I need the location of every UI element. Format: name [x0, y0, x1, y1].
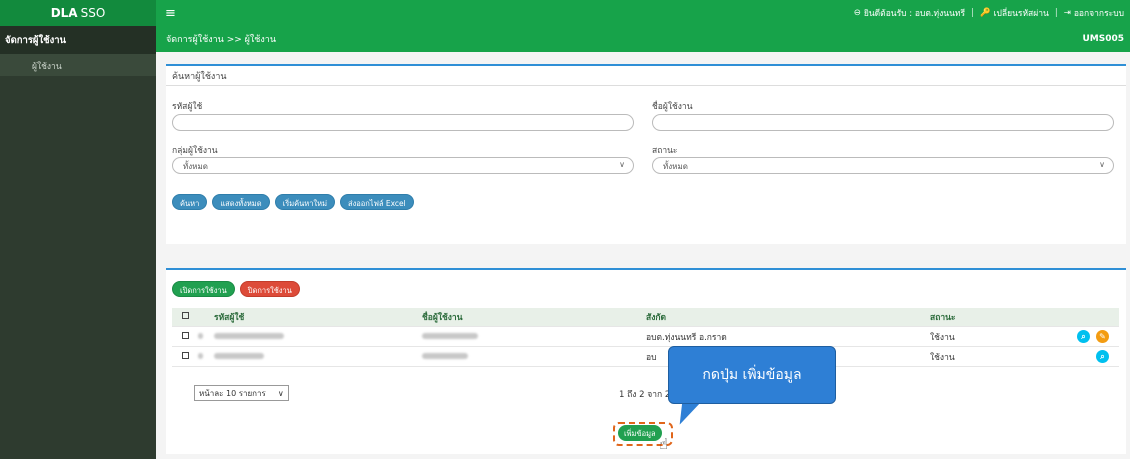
show-all-button[interactable]: แสดงทั้งหมด [212, 194, 270, 210]
row-department: อบต.ทุ่งนนทรี อ.กราด [646, 332, 727, 343]
page-info: 1 ถึง 2 จาก 2 [619, 390, 671, 400]
search-panel: ค้นหาผู้ใช้งาน รหัสผู้ใช้ ชื่อผู้ใช้งาน … [166, 64, 1126, 244]
user-group-label: กลุ่มผู้ใช้งาน [172, 146, 218, 156]
change-password-link[interactable]: เปลี่ยนรหัสผ่าน [994, 6, 1049, 20]
key-icon: 🔑 [979, 8, 991, 18]
add-data-button[interactable]: เพิ่มข้อมูล [618, 425, 662, 441]
enable-user-button[interactable]: เปิดการใช้งาน [172, 281, 235, 297]
search-button[interactable]: ค้นหา [172, 194, 208, 210]
reset-search-button[interactable]: เริ่มค้นหาใหม่ [274, 194, 336, 210]
hand-cursor-icon: ☝ [659, 435, 669, 453]
chevron-down-icon: ∨ [277, 388, 284, 398]
column-user-id[interactable]: รหัสผู้ใช้ [214, 310, 422, 324]
instruction-callout: กดปุ่ม เพิ่มข้อมูล [668, 346, 836, 404]
table-row: อบต.ทุ่งนนทรี อ.กราด ใช้งาน ⌕ ✎ [172, 327, 1119, 347]
users-table: รหัสผู้ใช้ ชื่อผู้ใช้งาน สังกัด สถานะ อบ… [172, 308, 1119, 367]
user-id-input[interactable] [172, 114, 634, 131]
breadcrumb-bar: จัดการผู้ใช้งาน >> ผู้ใช้งาน UMS005 [156, 26, 1130, 52]
column-status[interactable]: สถานะ [930, 310, 1040, 324]
select-all-checkbox[interactable] [181, 312, 189, 319]
chevron-down-icon: ∨ [619, 160, 625, 169]
user-group-select[interactable]: ทั้งหมด ∨ [172, 157, 634, 174]
page-code: UMS005 [1082, 34, 1124, 44]
view-icon[interactable]: ⌕ [1096, 350, 1109, 363]
logout-link[interactable]: ออกจากระบบ [1074, 6, 1124, 20]
row-checkbox[interactable] [181, 351, 189, 359]
sidebar-item-users[interactable]: ผู้ใช้งาน [0, 54, 156, 76]
user-id-label: รหัสผู้ใช้ [172, 102, 203, 112]
column-user-name[interactable]: ชื่อผู้ใช้งาน [422, 310, 646, 324]
sidebar: จัดการผู้ใช้งาน ผู้ใช้งาน [0, 26, 156, 459]
user-name-label: ชื่อผู้ใช้งาน [652, 102, 693, 112]
chevron-down-icon: ∨ [1099, 160, 1105, 169]
table-row: อบ ใช้งาน ⌕ [172, 347, 1119, 367]
disable-user-button[interactable]: ปิดการใช้งาน [239, 281, 300, 297]
column-department[interactable]: สังกัด [646, 310, 930, 324]
user-menu: ⊖ ยินดีต้อนรับ : อบต.ทุ่งนนทรี | 🔑 เปลี่… [853, 6, 1124, 20]
redacted-user-name [422, 332, 478, 339]
edit-icon[interactable]: ✎ [1096, 330, 1109, 343]
search-buttons: ค้นหา แสดงทั้งหมด เริ่มค้นหาใหม่ ส่งออกไ… [172, 194, 414, 210]
redacted-user-name [422, 352, 468, 359]
table-header: รหัสผู้ใช้ ชื่อผู้ใช้งาน สังกัด สถานะ [172, 308, 1119, 327]
welcome-text: ยินดีต้อนรับ : อบต.ทุ่งนนทรี [863, 9, 966, 19]
redacted-user-id [214, 352, 264, 359]
logout-icon: ⇥ [1063, 8, 1071, 18]
user-name-input[interactable] [652, 114, 1114, 131]
brand-logo[interactable]: DLA SSO [0, 0, 156, 26]
sidebar-header[interactable]: จัดการผู้ใช้งาน [0, 26, 156, 54]
status-select[interactable]: ทั้งหมด ∨ [652, 157, 1114, 174]
results-panel: เปิดการใช้งาน ปิดการใช้งาน รหัสผู้ใช้ ชื… [166, 268, 1126, 454]
row-status: ใช้งาน [930, 352, 955, 363]
breadcrumb: จัดการผู้ใช้งาน >> ผู้ใช้งาน [166, 35, 277, 45]
main-content: จัดการผู้ใช้งาน >> ผู้ใช้งาน UMS005 ค้นห… [156, 26, 1130, 459]
top-navbar: DLA SSO ≡ ⊖ ยินดีต้อนรับ : อบต.ทุ่งนนทรี … [0, 0, 1130, 26]
row-checkbox[interactable] [181, 331, 189, 339]
user-icon: ⊖ [853, 8, 861, 18]
status-label: สถานะ [652, 146, 678, 156]
hamburger-icon[interactable]: ≡ [165, 6, 176, 21]
view-icon[interactable]: ⌕ [1077, 330, 1090, 343]
redacted-user-id [214, 332, 284, 339]
search-panel-title: ค้นหาผู้ใช้งาน [166, 66, 1126, 86]
row-status: ใช้งาน [930, 332, 955, 343]
export-excel-button[interactable]: ส่งออกไฟล์ Excel [340, 194, 414, 210]
status-action-buttons: เปิดการใช้งาน ปิดการใช้งาน [172, 281, 300, 297]
page-size-select[interactable]: หน้าละ 10 รายการ ∨ [194, 385, 289, 401]
